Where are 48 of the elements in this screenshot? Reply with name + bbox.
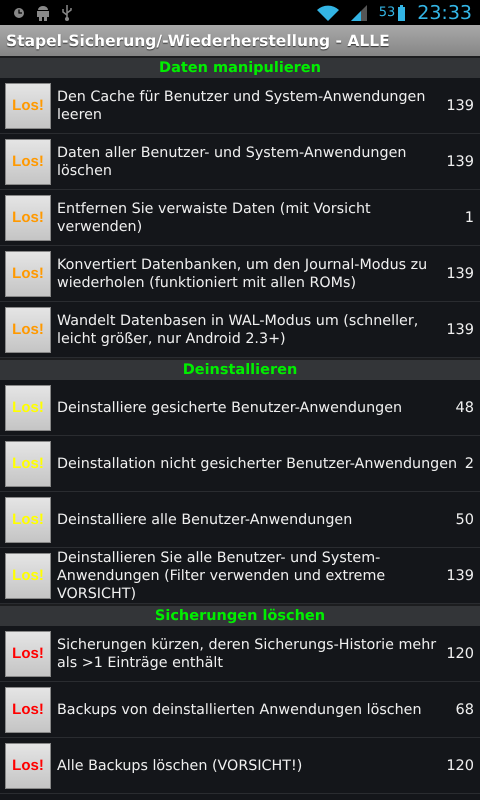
app-count: 139 <box>446 322 474 338</box>
app-count: 68 <box>456 702 474 718</box>
wifi-icon <box>316 4 339 20</box>
action-label: Sicherungen kürzen, deren Sicherungs-Historie mehr als >1 Einträge enthält <box>57 636 438 672</box>
go-button[interactable]: Los! <box>5 138 51 184</box>
app-count: 120 <box>446 646 474 662</box>
action-label: Alle Backups löschen (VORSICHT!) <box>57 756 304 774</box>
app-count: 2 <box>464 456 474 472</box>
action-label: Deinstalliere alle Benutzer-Anwendungen <box>57 510 354 528</box>
action-label: Daten aller Benutzer- und System-Anwendungen löschen <box>57 144 408 180</box>
go-button[interactable]: Los! <box>5 194 51 240</box>
go-button[interactable]: Los! <box>5 686 51 732</box>
section-title: Daten manipulieren <box>159 60 321 76</box>
app-count: 139 <box>446 266 474 282</box>
go-button[interactable]: Los! <box>5 630 51 676</box>
go-button[interactable]: Los! <box>5 552 51 598</box>
go-button[interactable]: Los! <box>5 440 51 486</box>
section-title: Sicherungen löschen <box>154 608 326 624</box>
action-label: Konvertiert Datenbanken, um den Journal-Modus zu wiederholen (funktioniert mit allen ROMs) <box>57 256 428 292</box>
go-button[interactable]: Los! <box>5 384 51 430</box>
action-label: Deinstalliere gesicherte Benutzer-Anwendungen <box>57 398 404 416</box>
app-count: 139 <box>446 568 474 584</box>
signal-icon <box>350 4 367 20</box>
android-icon <box>36 4 50 20</box>
clock-time: 23:33 <box>417 2 472 24</box>
action-label: Deinstallieren Sie alle Benutzer- und System-Anwendungen (Filter verwenden und extreme VORSICHT) <box>57 548 386 602</box>
battery-percent: 53 <box>378 5 396 20</box>
clock-icon <box>14 8 24 18</box>
go-button[interactable]: Los! <box>5 496 51 542</box>
app-count: 1 <box>464 210 474 226</box>
section-title: Deinstallieren <box>182 362 298 378</box>
usb-icon <box>62 4 72 20</box>
app-count: 139 <box>446 154 474 170</box>
action-label: Wandelt Datenbasen in WAL-Modus um (schneller, leicht größer, nur Android 2.3+) <box>57 312 420 348</box>
go-button[interactable]: Los! <box>5 82 51 128</box>
app-count: 48 <box>456 400 474 416</box>
action-label: Backups von deinstallierten Anwendungen löschen <box>57 700 423 718</box>
action-label: Deinstallation nicht gesicherter Benutzer-Anwendungen <box>57 454 458 472</box>
action-label: Den Cache für Benutzer und System-Anwendungen leeren <box>57 88 426 124</box>
go-button[interactable]: Los! <box>5 306 51 352</box>
app-count: 120 <box>446 758 474 774</box>
window-title: Stapel-Sicherung/-Wiederherstellung - ALLE <box>0 25 480 56</box>
go-button[interactable]: Los! <box>5 250 51 296</box>
app-count: 139 <box>446 98 474 114</box>
go-button[interactable]: Los! <box>5 742 51 788</box>
action-label: Entfernen Sie verwaiste Daten (mit Vorsicht verwenden) <box>57 200 372 236</box>
app-count: 50 <box>456 512 474 528</box>
battery-icon <box>398 4 406 20</box>
